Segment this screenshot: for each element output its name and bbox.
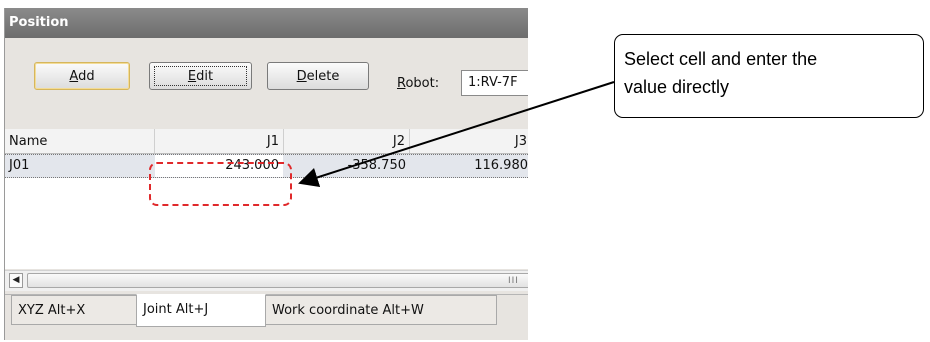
callout-line-2: value directly <box>624 77 730 97</box>
callout-line-1: Select cell and enter the <box>624 49 818 69</box>
annotation-callout: Select cell and enter the value directly <box>614 34 924 118</box>
